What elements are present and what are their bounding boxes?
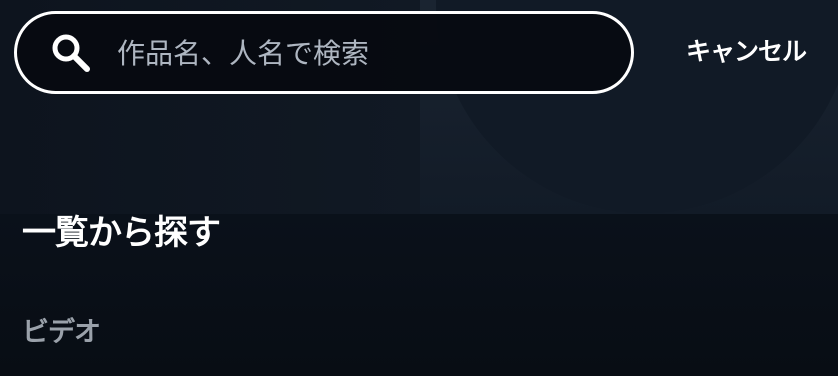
section-title: 一覧から探す xyxy=(22,213,221,253)
search-icon xyxy=(49,31,93,75)
cancel-button[interactable]: キャンセル xyxy=(686,30,807,74)
category-item-video[interactable]: ビデオ xyxy=(22,310,101,356)
search-screen: キャンセル 一覧から探す ビデオ xyxy=(0,0,838,376)
search-bar[interactable] xyxy=(14,11,634,94)
search-input[interactable] xyxy=(117,32,607,74)
